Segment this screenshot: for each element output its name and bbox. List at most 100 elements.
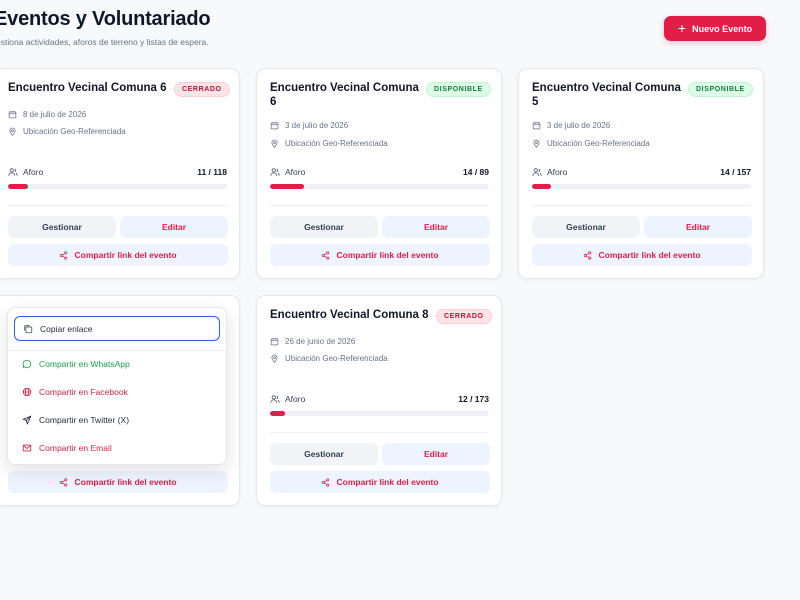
- users-icon: [8, 168, 18, 176]
- aforo-value: 14 / 157: [720, 167, 751, 177]
- event-title: Encuentro Vecinal Comuna 6: [8, 82, 167, 94]
- aforo-row: Aforo 14 / 89: [270, 167, 489, 177]
- share-link-button[interactable]: Compartir link del evento: [270, 471, 490, 493]
- event-date: 3 de julio de 2026: [547, 121, 611, 130]
- aforo-progress-bar: [270, 184, 489, 189]
- divider: [8, 205, 227, 206]
- status-badge: CERRADO: [174, 82, 230, 97]
- share-icon: [584, 250, 592, 260]
- calendar-icon: [270, 337, 279, 346]
- event-location: Ubicación Geo-Referenciada: [23, 127, 126, 136]
- event-card: Encuentro Vecinal Comuna 6 DISPONIBLE 3 …: [256, 68, 502, 279]
- share-link-button[interactable]: Compartir link del evento: [270, 244, 490, 266]
- share-facebook-item[interactable]: Compartir en Facebook: [14, 380, 220, 404]
- event-card: Encuentro Vecinal Comuna 6 CERRADO 8 de …: [0, 68, 240, 279]
- share-twitter-item[interactable]: Compartir en Twitter (X): [14, 408, 220, 432]
- share-whatsapp-label: Compartir en WhatsApp: [39, 359, 130, 369]
- share-link-label: Compartir link del evento: [74, 477, 177, 487]
- edit-button[interactable]: Editar: [382, 216, 490, 238]
- aforo-progress-bar: [532, 184, 751, 189]
- aforo-progress-fill: [8, 184, 29, 189]
- aforo-value: 14 / 89: [463, 167, 489, 177]
- event-location: Ubicación Geo-Referenciada: [547, 139, 650, 148]
- share-icon: [322, 477, 330, 487]
- divider: [532, 205, 751, 206]
- new-event-button[interactable]: + Nuevo Evento: [664, 16, 766, 41]
- event-location-row: Ubicación Geo-Referenciada: [532, 139, 650, 148]
- edit-button[interactable]: Editar: [120, 216, 228, 238]
- share-facebook-label: Compartir en Facebook: [39, 387, 128, 397]
- share-email-label: Compartir en Email: [39, 443, 112, 453]
- page-title: Eventos y Voluntariado: [0, 8, 211, 30]
- manage-button[interactable]: Gestionar: [8, 216, 116, 238]
- edit-button[interactable]: Editar: [644, 216, 752, 238]
- copy-icon: [24, 324, 33, 333]
- calendar-icon: [8, 110, 17, 119]
- users-icon: [270, 395, 280, 403]
- share-icon: [60, 477, 68, 487]
- manage-button[interactable]: Gestionar: [270, 443, 378, 465]
- aforo-row: Aforo 12 / 173: [270, 394, 489, 404]
- edit-button[interactable]: Editar: [382, 443, 490, 465]
- share-email-item[interactable]: Compartir en Email: [14, 436, 220, 460]
- event-date-row: 3 de julio de 2026: [270, 121, 348, 130]
- event-card: Encuentro Vecinal Comuna 5 DISPONIBLE 3 …: [518, 68, 764, 279]
- event-card: Encuentro Vecinal Comuna 8 CERRADO 26 de…: [256, 295, 502, 506]
- send-icon: [22, 415, 32, 425]
- aforo-value: 12 / 173: [458, 394, 489, 404]
- event-location-row: Ubicación Geo-Referenciada: [270, 139, 388, 148]
- aforo-progress-fill: [270, 184, 305, 189]
- aforo-row: Aforo 14 / 157: [532, 167, 751, 177]
- event-title: Encuentro Vecinal Comuna 6: [270, 82, 419, 108]
- share-link-label: Compartir link del evento: [336, 477, 439, 487]
- manage-button[interactable]: Gestionar: [270, 216, 378, 238]
- aforo-value: 11 / 118: [197, 167, 227, 177]
- page-subtitle: estiona actividades, aforos de terreno y…: [0, 37, 209, 47]
- aforo-progress-fill: [532, 184, 552, 189]
- share-link-button[interactable]: Compartir link del evento: [532, 244, 752, 266]
- location-pin-icon: [533, 139, 540, 148]
- copy-link-item[interactable]: Copiar enlace: [14, 316, 220, 341]
- aforo-label: Aforo: [23, 167, 44, 177]
- event-location-row: Ubicación Geo-Referenciada: [8, 127, 126, 136]
- location-pin-icon: [271, 139, 278, 148]
- event-date: 8 de julio de 2026: [23, 110, 87, 119]
- location-pin-icon: [271, 354, 278, 363]
- event-date: 3 de julio de 2026: [285, 121, 349, 130]
- new-event-label: Nuevo Evento: [692, 23, 753, 34]
- event-title: Encuentro Vecinal Comuna 8: [270, 309, 429, 321]
- event-date-row: 3 de julio de 2026: [532, 121, 610, 130]
- event-date-row: 8 de julio de 2026: [8, 110, 86, 119]
- share-link-button[interactable]: Compartir link del evento: [8, 244, 228, 266]
- calendar-icon: [270, 121, 279, 130]
- users-icon: [532, 168, 542, 176]
- aforo-label: Aforo: [547, 167, 568, 177]
- location-pin-icon: [9, 127, 16, 136]
- share-twitter-label: Compartir en Twitter (X): [39, 415, 130, 425]
- menu-divider: [8, 350, 226, 351]
- plus-icon: +: [677, 20, 687, 36]
- event-date-row: 26 de junio de 2026: [270, 337, 355, 346]
- event-location: Ubicación Geo-Referenciada: [285, 139, 388, 148]
- status-badge: CERRADO: [436, 309, 492, 324]
- aforo-row: Aforo 11 / 118: [8, 167, 227, 177]
- whatsapp-icon: [22, 359, 32, 369]
- event-date: 26 de junio de 2026: [285, 337, 356, 346]
- divider: [270, 205, 489, 206]
- status-badge: DISPONIBLE: [426, 82, 491, 97]
- users-icon: [270, 168, 280, 176]
- share-whatsapp-item[interactable]: Compartir en WhatsApp: [14, 352, 220, 376]
- aforo-progress-fill: [270, 411, 286, 416]
- mail-icon: [22, 444, 32, 452]
- manage-button[interactable]: Gestionar: [532, 216, 640, 238]
- share-link-label: Compartir link del evento: [598, 250, 701, 260]
- status-badge: DISPONIBLE: [688, 82, 753, 97]
- share-icon: [322, 250, 330, 260]
- aforo-label: Aforo: [285, 394, 306, 404]
- share-link-label: Compartir link del evento: [74, 250, 177, 260]
- aforo-progress-bar: [8, 184, 227, 189]
- divider: [270, 432, 489, 433]
- aforo-label: Aforo: [285, 167, 306, 177]
- share-link-label: Compartir link del evento: [336, 250, 439, 260]
- share-link-button[interactable]: Compartir link del evento: [8, 471, 228, 493]
